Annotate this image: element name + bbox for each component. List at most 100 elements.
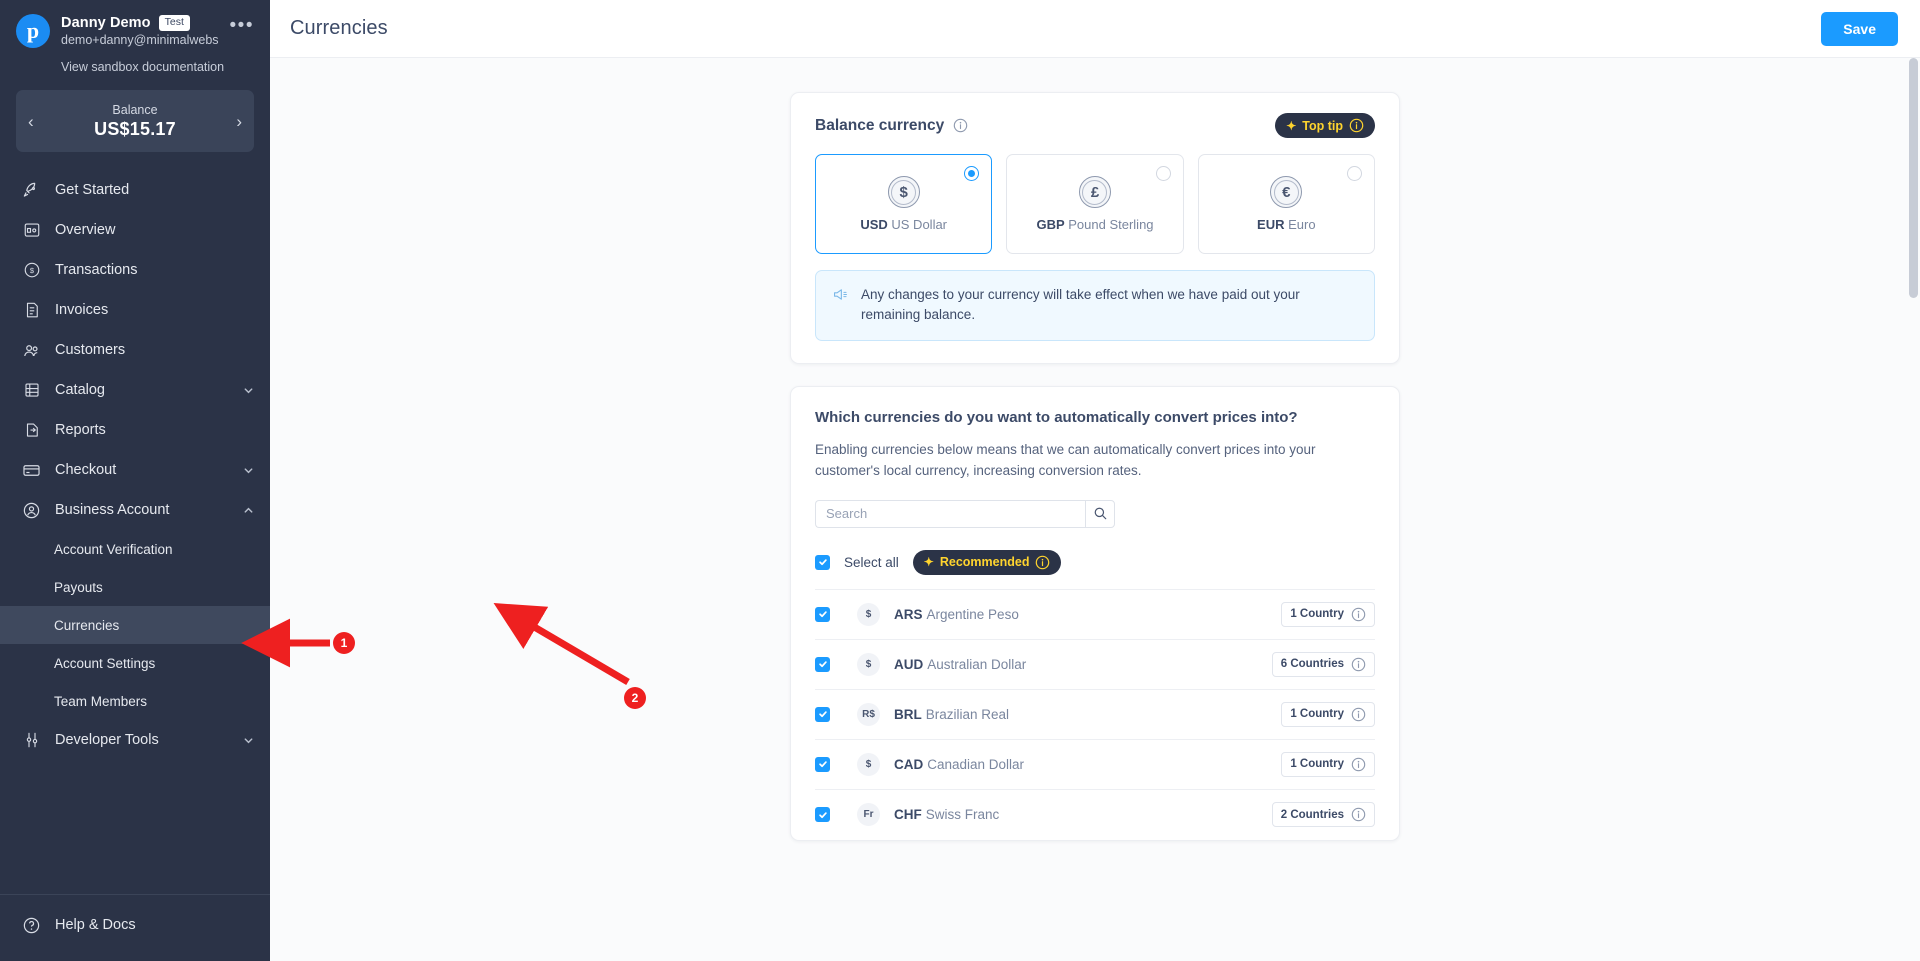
currency-option-gbp[interactable]: £ GBP Pound Sterling — [1006, 154, 1184, 254]
country-count-label: 2 Countries — [1280, 808, 1344, 821]
country-count-pill[interactable]: 1 Country — [1281, 601, 1375, 627]
row-label: AUD Australian Dollar — [894, 657, 1258, 672]
convert-description: Enabling currencies below means that we … — [815, 441, 1316, 479]
country-count-pill[interactable]: 2 Countries — [1271, 802, 1375, 828]
radio-gbp[interactable] — [1155, 166, 1171, 181]
row-checkbox[interactable] — [815, 756, 830, 772]
rocket-icon — [22, 181, 41, 200]
currency-name: Pound Sterling — [1068, 217, 1154, 232]
catalog-icon — [22, 381, 41, 400]
country-count-pill[interactable]: 1 Country — [1281, 751, 1375, 777]
select-all-label: Select all — [844, 554, 899, 570]
sidebar-item-checkout[interactable]: Checkout — [0, 450, 270, 490]
sandbox-documentation-link[interactable]: View sandbox documentation — [61, 60, 254, 74]
table-row[interactable]: R$ BRL Brazilian Real 1 Country — [815, 690, 1375, 740]
sidebar-item-catalog[interactable]: Catalog — [0, 370, 270, 410]
chevron-down-icon — [244, 467, 253, 473]
sidebar-item-overview[interactable]: Overview — [0, 210, 270, 250]
radio-usd[interactable] — [964, 166, 980, 181]
sidebar-item-transactions[interactable]: $ Transactions — [0, 250, 270, 290]
info-icon[interactable] — [1351, 657, 1366, 672]
top-bar: Currencies Save — [270, 0, 1920, 58]
info-icon[interactable] — [1351, 807, 1366, 822]
sidebar-item-team-members[interactable]: Team Members — [0, 682, 270, 720]
row-label: CAD Canadian Dollar — [894, 757, 1267, 772]
table-row[interactable]: $ CAD Canadian Dollar 1 Country — [815, 740, 1375, 790]
search-input[interactable] — [815, 499, 1085, 528]
coin-icon-brl: R$ — [857, 702, 880, 726]
save-button[interactable]: Save — [1821, 11, 1898, 46]
info-icon[interactable] — [1351, 757, 1366, 772]
user-name: Danny Demo — [61, 15, 151, 31]
currency-name: Argentine Peso — [926, 606, 1019, 622]
sidebar-item-reports[interactable]: Reports — [0, 410, 270, 450]
sidebar-item-business-account[interactable]: Business Account — [0, 490, 270, 530]
currency-code: CHF — [894, 807, 922, 823]
row-checkbox[interactable] — [815, 606, 830, 622]
dashboard-icon — [22, 221, 41, 240]
currency-option-usd[interactable]: $ USD US Dollar — [815, 154, 993, 254]
sidebar-item-customers[interactable]: Customers — [0, 330, 270, 370]
people-icon — [22, 341, 41, 360]
currency-change-notice: Any changes to your currency will take e… — [815, 270, 1375, 341]
info-icon[interactable] — [953, 118, 968, 133]
recommended-badge[interactable]: ✦ Recommended — [912, 549, 1062, 575]
radio-eur[interactable] — [1346, 166, 1362, 181]
info-icon[interactable] — [1349, 118, 1364, 133]
search-icon — [1094, 507, 1106, 520]
sidebar-item-currencies[interactable]: Currencies — [0, 606, 270, 644]
currency-name: Australian Dollar — [927, 656, 1027, 672]
chevron-down-icon — [244, 387, 253, 393]
balance-currency-card: Balance currency ✦ Top tip $ USD US Doll… — [790, 92, 1400, 364]
row-checkbox[interactable] — [815, 656, 830, 672]
vertical-scrollbar[interactable] — [1909, 58, 1918, 961]
sidebar-subitem-label: Account Settings — [54, 655, 156, 671]
currency-code: CAD — [894, 756, 924, 772]
table-row[interactable]: $ AUD Australian Dollar 6 Countries — [815, 640, 1375, 690]
sidebar-item-developer-tools[interactable]: Developer Tools — [0, 720, 270, 760]
scrollbar-thumb[interactable] — [1909, 58, 1918, 298]
row-checkbox[interactable] — [815, 706, 830, 722]
coin-icon-chf: Fr — [857, 803, 880, 827]
sidebar-item-label: Developer Tools — [55, 732, 159, 748]
sidebar-item-account-settings[interactable]: Account Settings — [0, 644, 270, 682]
info-icon[interactable] — [1351, 707, 1366, 722]
select-all-checkbox[interactable] — [815, 554, 830, 570]
info-icon[interactable] — [1351, 607, 1366, 622]
balance-next-icon[interactable]: › — [236, 113, 242, 130]
user-row: p Danny Demo Test demo+danny@minimalwebs… — [16, 14, 254, 48]
sidebar-divider — [0, 894, 270, 895]
top-tip-badge[interactable]: ✦ Top tip — [1275, 113, 1375, 138]
check-icon — [818, 811, 827, 818]
row-checkbox[interactable] — [815, 807, 830, 823]
currency-name: Swiss Franc — [925, 807, 1000, 823]
info-icon[interactable] — [1035, 555, 1050, 570]
balance-currency-header: Balance currency ✦ Top tip — [815, 113, 1375, 138]
search-button[interactable] — [1085, 499, 1115, 528]
currency-option-eur[interactable]: € EUR Euro — [1197, 154, 1375, 254]
coin-icon-aud: $ — [857, 652, 880, 676]
sidebar-item-payouts[interactable]: Payouts — [0, 568, 270, 606]
sidebar-item-help-docs[interactable]: Help & Docs — [0, 905, 270, 945]
country-count-pill[interactable]: 1 Country — [1281, 701, 1375, 727]
sidebar-item-invoices[interactable]: Invoices — [0, 290, 270, 330]
currency-code: AUD — [894, 656, 924, 672]
currency-code: BRL — [894, 706, 922, 722]
more-options-icon[interactable]: ••• — [230, 14, 254, 35]
sidebar-item-get-started[interactable]: Get Started — [0, 170, 270, 210]
table-row[interactable]: $ ARS Argentine Peso 1 Country — [815, 590, 1375, 640]
sidebar-item-account-verification[interactable]: Account Verification — [0, 530, 270, 568]
balance-currency-title: Balance currency — [815, 116, 945, 134]
convert-currencies-card: Which currencies do you want to automati… — [790, 385, 1400, 841]
balance-currency-options: $ USD US Dollar £ GBP Pound Sterling € E… — [815, 154, 1375, 254]
currency-code: ARS — [894, 606, 923, 622]
country-count-pill[interactable]: 6 Countries — [1271, 651, 1375, 677]
row-label: CHF Swiss Franc — [894, 807, 1258, 822]
megaphone-icon — [833, 289, 848, 300]
sidebar-item-label: Overview — [55, 222, 116, 238]
sidebar-subitem-label: Account Verification — [54, 541, 173, 557]
sidebar-item-label: Get Started — [55, 182, 130, 198]
table-row[interactable]: Fr CHF Swiss Franc 2 Countries — [815, 790, 1375, 840]
notice-text: Any changes to your currency will take e… — [861, 287, 1300, 323]
sidebar-subitem-label: Team Members — [54, 693, 148, 709]
